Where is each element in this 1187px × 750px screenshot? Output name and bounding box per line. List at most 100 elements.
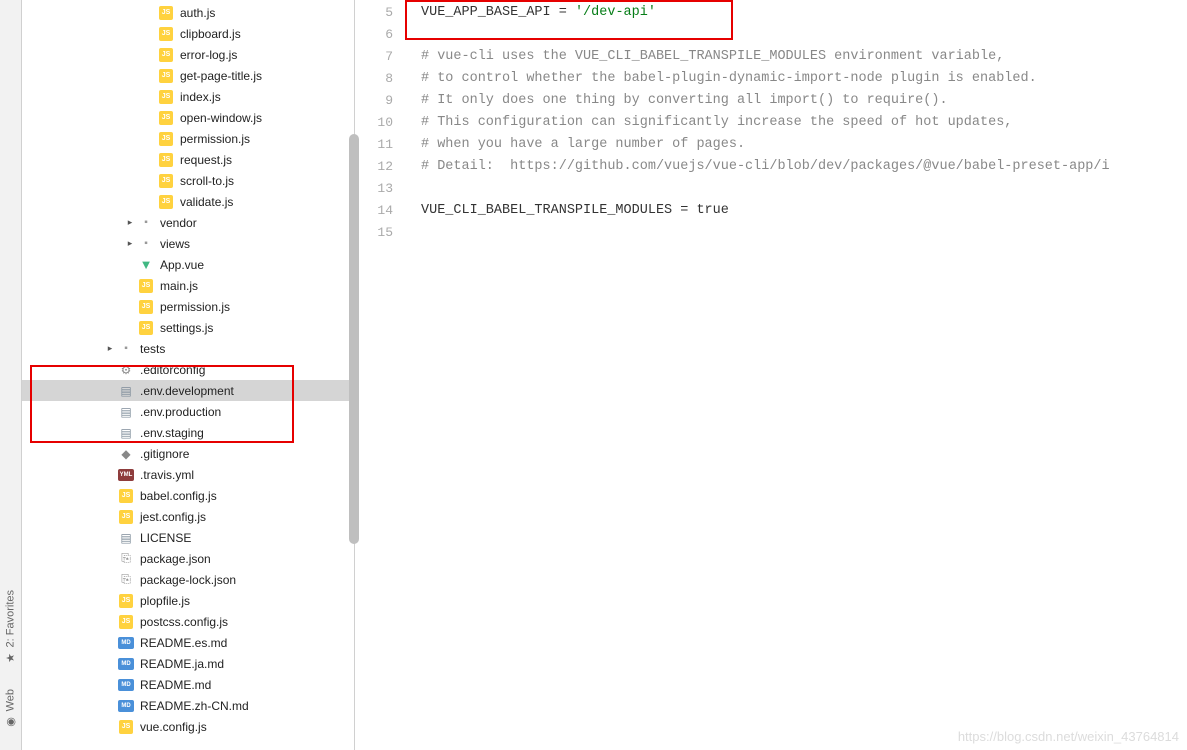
tree-item[interactable]: ▸MDREADME.es.md	[22, 632, 354, 653]
tree-item[interactable]: ▸▤.env.development	[22, 380, 354, 401]
code-line: # vue-cli uses the VUE_CLI_BABEL_TRANSPI…	[421, 46, 1187, 68]
tree-item[interactable]: ▸⎘package-lock.json	[22, 569, 354, 590]
folder-icon: ▪	[138, 236, 154, 252]
code-line: # This configuration can significantly i…	[421, 112, 1187, 134]
rail-favorites[interactable]: ★ 2: Favorites	[4, 590, 17, 664]
code-editor[interactable]: 56789101112131415 VUE_APP_BASE_API = '/d…	[355, 0, 1187, 750]
tree-item-label: README.ja.md	[140, 657, 224, 671]
tree-item[interactable]: ▸JSopen-window.js	[22, 107, 354, 128]
tree-item[interactable]: ▸▼App.vue	[22, 254, 354, 275]
tree-item-label: open-window.js	[180, 111, 262, 125]
tree-item[interactable]: ▸▪ views	[22, 233, 354, 254]
config-file-icon: ⚙	[118, 362, 134, 378]
tree-item[interactable]: ▸⚙.editorconfig	[22, 359, 354, 380]
md-file-icon: MD	[118, 677, 134, 693]
tree-item[interactable]: ▸MDREADME.ja.md	[22, 653, 354, 674]
tree-item-label: LICENSE	[140, 531, 191, 545]
tree-item[interactable]: ▸YML.travis.yml	[22, 464, 354, 485]
tree-item-label: validate.js	[180, 195, 233, 209]
tree-item[interactable]: ▸JSvalidate.js	[22, 191, 354, 212]
js-file-icon: JS	[138, 299, 154, 315]
tree-item-label: README.zh-CN.md	[140, 699, 249, 713]
tree-item-label: jest.config.js	[140, 510, 206, 524]
tree-item[interactable]: ▸▤.env.staging	[22, 422, 354, 443]
tree-item[interactable]: ▸JSscroll-to.js	[22, 170, 354, 191]
text-file-icon: ▤	[118, 530, 134, 546]
tree-item-label: README.es.md	[140, 636, 227, 650]
code-line: VUE_APP_BASE_API = '/dev-api'	[421, 2, 1187, 24]
file-tree-sidebar[interactable]: ▸ JS auth.js ▸JSclipboard.js ▸ JS error-log.js…	[22, 0, 355, 750]
rail-web[interactable]: ◉ Web	[4, 689, 17, 728]
js-file-icon: JS	[158, 68, 174, 84]
text-file-icon: ▤	[118, 404, 134, 420]
star-icon: ★	[4, 652, 17, 665]
expand-arrow-icon[interactable]: ▸	[124, 238, 136, 250]
line-number: 6	[355, 24, 393, 46]
code-line: # It only does one thing by converting a…	[421, 90, 1187, 112]
line-number-gutter: 56789101112131415	[355, 0, 407, 750]
code-line	[421, 222, 1187, 244]
js-file-icon: JS	[158, 5, 174, 21]
tree-item-label: vendor	[160, 216, 197, 230]
folder-icon: ▪	[138, 215, 154, 231]
tree-item[interactable]: ▸⎘package.json	[22, 548, 354, 569]
tree-item[interactable]: ▸JSpostcss.config.js	[22, 611, 354, 632]
tree-item[interactable]: ▸JSrequest.js	[22, 149, 354, 170]
js-file-icon: JS	[158, 131, 174, 147]
js-file-icon: JS	[158, 47, 174, 63]
tree-item[interactable]: ▸MDREADME.zh-CN.md	[22, 695, 354, 716]
tree-item[interactable]: ▸▪ vendor	[22, 212, 354, 233]
line-number: 5	[355, 2, 393, 24]
rail-favorites-label: 2: Favorites	[5, 590, 17, 647]
tree-item-label: request.js	[180, 153, 232, 167]
tree-item-label: error-log.js	[180, 48, 237, 62]
line-number: 9	[355, 90, 393, 112]
expand-arrow-icon[interactable]: ▸	[104, 343, 116, 355]
tree-item-label: package-lock.json	[140, 573, 236, 587]
tree-item[interactable]: ▸JSerror-log.js	[22, 44, 354, 65]
text-file-icon: ▤	[118, 425, 134, 441]
tree-item-label: tests	[140, 342, 165, 356]
tree-item[interactable]: ▸JSplopfile.js	[22, 590, 354, 611]
globe-icon: ◉	[4, 715, 17, 728]
tree-item-label: .gitignore	[140, 447, 189, 461]
tree-item[interactable]: ▸◆.gitignore	[22, 443, 354, 464]
code-area[interactable]: VUE_APP_BASE_API = '/dev-api' # vue-cli …	[407, 0, 1187, 750]
tree-item[interactable]: ▸JSpermission.js	[22, 296, 354, 317]
tree-item-label: auth.js	[180, 6, 215, 20]
line-number: 14	[355, 200, 393, 222]
expand-arrow-icon[interactable]: ▸	[124, 217, 136, 229]
code-line: VUE_CLI_BABEL_TRANSPILE_MODULES = true	[421, 200, 1187, 222]
tree-item[interactable]: ▸JSauth.js	[22, 2, 354, 23]
tree-item[interactable]: ▸JSclipboard.js	[22, 23, 354, 44]
tree-item[interactable]: ▸▪tests	[22, 338, 354, 359]
tree-item[interactable]: ▸JSmain.js	[22, 275, 354, 296]
tree-item[interactable]: ▸JSjest.config.js	[22, 506, 354, 527]
js-file-icon: JS	[118, 614, 134, 630]
tree-item[interactable]: ▸JSindex.js	[22, 86, 354, 107]
rail-web-label: Web	[5, 689, 17, 711]
tree-item[interactable]: ▸JSget-page-title.js	[22, 65, 354, 86]
line-number: 7	[355, 46, 393, 68]
tree-item-label: index.js	[180, 90, 221, 104]
tree-item[interactable]: ▸JSbabel.config.js	[22, 485, 354, 506]
js-file-icon: JS	[158, 173, 174, 189]
tree-item[interactable]: ▸JSvue.config.js	[22, 716, 354, 737]
js-file-icon: JS	[158, 89, 174, 105]
editor-scrollbar[interactable]	[349, 134, 359, 544]
tree-item[interactable]: ▸JSpermission.js	[22, 128, 354, 149]
gitignore-icon: ◆	[118, 446, 134, 462]
line-number: 12	[355, 156, 393, 178]
tree-item-label: .env.staging	[140, 426, 204, 440]
line-number: 15	[355, 222, 393, 244]
tree-item-label: views	[160, 237, 190, 251]
tree-item[interactable]: ▸▤.env.production	[22, 401, 354, 422]
js-file-icon: JS	[138, 320, 154, 336]
tree-item[interactable]: ▸MDREADME.md	[22, 674, 354, 695]
tree-item-label: App.vue	[160, 258, 204, 272]
json-file-icon: ⎘	[118, 551, 134, 567]
tree-item[interactable]: ▸JSsettings.js	[22, 317, 354, 338]
code-line	[421, 24, 1187, 46]
tree-item[interactable]: ▸▤LICENSE	[22, 527, 354, 548]
line-number: 10	[355, 112, 393, 134]
